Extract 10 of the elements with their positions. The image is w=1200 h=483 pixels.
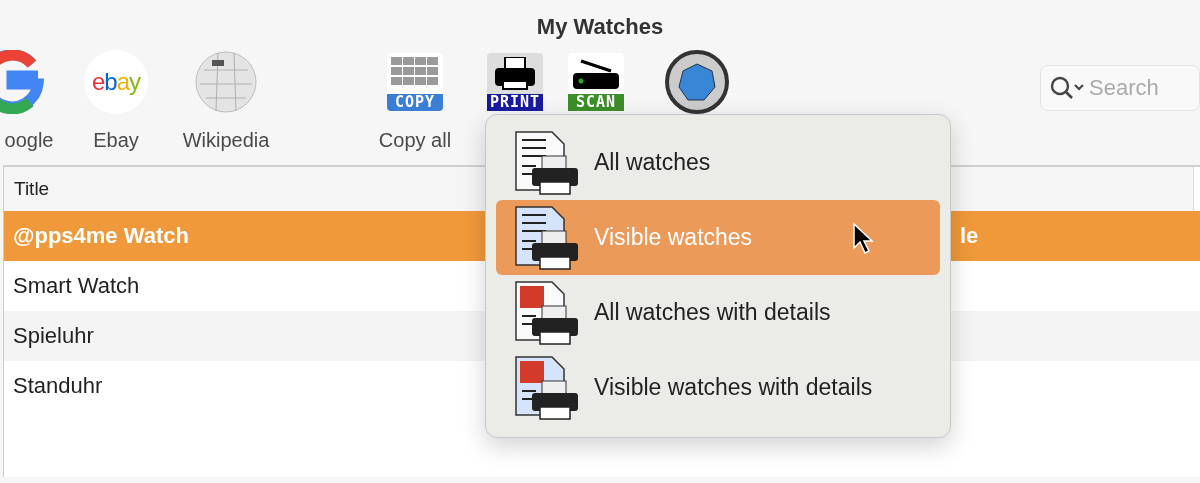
copy-icon: COPY	[387, 53, 443, 111]
ebay-logo-icon: ebay	[84, 50, 148, 114]
scanner-icon: SCAN	[568, 53, 624, 111]
table-cell-text: @pps4me Watch	[12, 223, 189, 249]
window-title: My Watches	[535, 13, 665, 41]
table-cell-text: Spieluhr	[12, 323, 94, 349]
table-cell-text: Standuhr	[12, 373, 103, 399]
printer-icon: PRINT	[487, 53, 543, 111]
table-cell-text: le	[960, 223, 980, 249]
table-cell-text: Smart Watch	[12, 273, 140, 299]
